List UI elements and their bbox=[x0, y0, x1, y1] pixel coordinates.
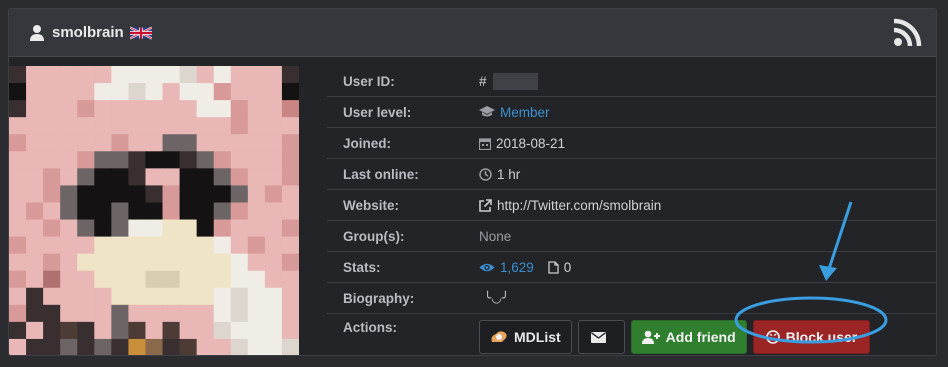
envelope-icon bbox=[590, 331, 606, 343]
rss-icon[interactable] bbox=[892, 18, 922, 48]
last-online-value: 1 hr bbox=[497, 166, 521, 182]
stats-label: Stats: bbox=[343, 259, 381, 275]
username: smolbrain bbox=[52, 24, 124, 41]
avatar bbox=[9, 66, 299, 355]
row-last-online: Last online: 1 hr bbox=[327, 159, 936, 190]
actions-label: Actions: bbox=[343, 320, 397, 335]
row-stats: Stats: 1,629 0 bbox=[327, 252, 936, 283]
file-icon bbox=[548, 260, 559, 274]
add-friend-label: Add friend bbox=[665, 329, 736, 345]
profile-info-table: User ID: # User level: Member Joined: 20… bbox=[327, 66, 936, 355]
profile-header: smolbrain bbox=[9, 9, 936, 57]
calendar-icon bbox=[479, 137, 491, 150]
message-button[interactable] bbox=[577, 320, 625, 354]
user-icon bbox=[30, 24, 44, 41]
add-friend-button[interactable]: Add friend bbox=[630, 320, 747, 354]
uk-flag-icon bbox=[129, 26, 152, 39]
row-biography: Biography: ╰◡╯ bbox=[327, 283, 936, 314]
block-user-label: Block user bbox=[785, 329, 858, 345]
user-id-label: User ID: bbox=[343, 73, 395, 89]
external-link-icon bbox=[479, 198, 492, 212]
user-id-redacted bbox=[492, 72, 538, 90]
mdlist-icon bbox=[491, 331, 507, 342]
biography-label: Biography: bbox=[343, 290, 415, 306]
mdlist-button[interactable]: MDList bbox=[479, 320, 572, 354]
groups-value: None bbox=[479, 228, 512, 244]
row-actions: Actions: MDList Add friend Block user bbox=[327, 314, 936, 355]
user-level-link[interactable]: Member bbox=[500, 105, 550, 120]
row-user-level: User level: Member bbox=[327, 97, 936, 128]
joined-value: 2018-08-21 bbox=[496, 135, 566, 151]
clock-icon bbox=[479, 167, 492, 181]
website-link[interactable]: http://Twitter.com/smolbrain bbox=[497, 198, 661, 213]
biography-value: ╰◡╯ bbox=[484, 291, 509, 305]
actions-buttons: MDList Add friend Block user bbox=[479, 320, 876, 354]
graduation-cap-icon bbox=[479, 106, 495, 117]
last-online-label: Last online: bbox=[343, 166, 419, 182]
groups-label: Group(s): bbox=[343, 228, 405, 244]
block-user-button[interactable]: Block user bbox=[752, 320, 871, 354]
stats-uploads: 0 bbox=[563, 259, 572, 275]
eye-icon bbox=[479, 263, 495, 271]
website-label: Website: bbox=[343, 197, 400, 213]
row-joined: Joined: 2018-08-21 bbox=[327, 128, 936, 159]
user-plus-icon bbox=[641, 330, 660, 344]
joined-label: Joined: bbox=[343, 135, 392, 151]
row-website: Website: http://Twitter.com/smolbrain bbox=[327, 190, 936, 221]
user-level-label: User level: bbox=[343, 104, 412, 120]
row-user-id: User ID: # bbox=[327, 66, 936, 97]
user-profile-panel: smolbrain User ID: # User level: Member … bbox=[8, 8, 937, 356]
row-groups: Group(s): None bbox=[327, 221, 936, 252]
stats-views: 1,629 bbox=[500, 259, 534, 275]
user-id-prefix: # bbox=[479, 73, 487, 89]
angry-face-icon bbox=[765, 330, 780, 344]
mdlist-label: MDList bbox=[514, 329, 561, 345]
